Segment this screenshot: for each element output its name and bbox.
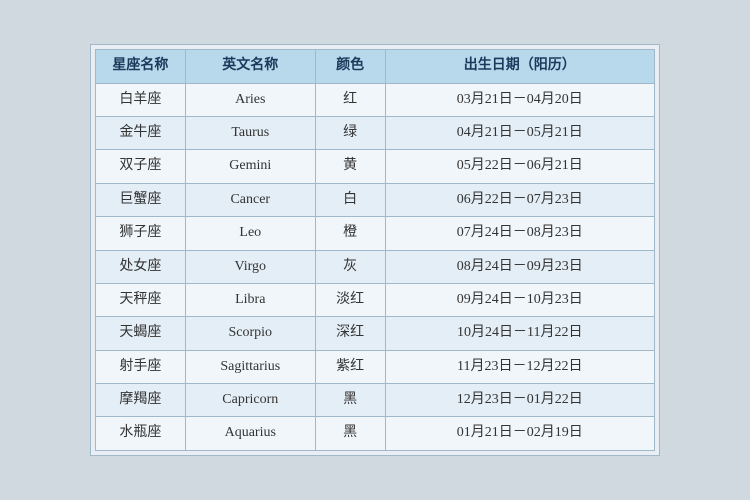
table-header-row: 星座名称 英文名称 颜色 出生日期（阳历）: [96, 50, 655, 83]
cell-en: Capricorn: [185, 384, 315, 417]
cell-date: 03月21日－04月20日: [385, 83, 654, 116]
cell-cn: 处女座: [96, 250, 186, 283]
table-row: 摩羯座Capricorn黑12月23日－01月22日: [96, 384, 655, 417]
cell-date: 05月22日－06月21日: [385, 150, 654, 183]
cell-en: Libra: [185, 283, 315, 316]
header-cn: 星座名称: [96, 50, 186, 83]
cell-color: 黄: [315, 150, 385, 183]
cell-en: Aries: [185, 83, 315, 116]
cell-color: 橙: [315, 217, 385, 250]
cell-date: 07月24日－08月23日: [385, 217, 654, 250]
zodiac-table-container: 星座名称 英文名称 颜色 出生日期（阳历） 白羊座Aries红03月21日－04…: [90, 44, 660, 456]
cell-cn: 金牛座: [96, 116, 186, 149]
cell-cn: 摩羯座: [96, 384, 186, 417]
cell-color: 灰: [315, 250, 385, 283]
table-row: 巨蟹座Cancer白06月22日－07月23日: [96, 183, 655, 216]
cell-cn: 狮子座: [96, 217, 186, 250]
header-date: 出生日期（阳历）: [385, 50, 654, 83]
cell-en: Virgo: [185, 250, 315, 283]
cell-date: 08月24日－09月23日: [385, 250, 654, 283]
cell-cn: 天秤座: [96, 283, 186, 316]
cell-date: 01月21日－02月19日: [385, 417, 654, 450]
cell-date: 04月21日－05月21日: [385, 116, 654, 149]
cell-color: 黑: [315, 417, 385, 450]
table-row: 双子座Gemini黄05月22日－06月21日: [96, 150, 655, 183]
table-row: 射手座Sagittarius紫红11月23日－12月22日: [96, 350, 655, 383]
cell-en: Gemini: [185, 150, 315, 183]
cell-date: 09月24日－10月23日: [385, 283, 654, 316]
cell-color: 绿: [315, 116, 385, 149]
cell-cn: 天蝎座: [96, 317, 186, 350]
zodiac-table: 星座名称 英文名称 颜色 出生日期（阳历） 白羊座Aries红03月21日－04…: [95, 49, 655, 451]
cell-date: 11月23日－12月22日: [385, 350, 654, 383]
cell-cn: 水瓶座: [96, 417, 186, 450]
cell-color: 白: [315, 183, 385, 216]
table-row: 天秤座Libra淡红09月24日－10月23日: [96, 283, 655, 316]
cell-cn: 双子座: [96, 150, 186, 183]
table-row: 天蝎座Scorpio深红10月24日－11月22日: [96, 317, 655, 350]
cell-color: 深红: [315, 317, 385, 350]
cell-cn: 巨蟹座: [96, 183, 186, 216]
cell-en: Leo: [185, 217, 315, 250]
cell-color: 紫红: [315, 350, 385, 383]
header-en: 英文名称: [185, 50, 315, 83]
cell-en: Aquarius: [185, 417, 315, 450]
cell-en: Cancer: [185, 183, 315, 216]
cell-en: Taurus: [185, 116, 315, 149]
header-color: 颜色: [315, 50, 385, 83]
cell-date: 06月22日－07月23日: [385, 183, 654, 216]
cell-date: 10月24日－11月22日: [385, 317, 654, 350]
table-row: 白羊座Aries红03月21日－04月20日: [96, 83, 655, 116]
cell-en: Sagittarius: [185, 350, 315, 383]
table-row: 水瓶座Aquarius黑01月21日－02月19日: [96, 417, 655, 450]
table-row: 处女座Virgo灰08月24日－09月23日: [96, 250, 655, 283]
table-row: 金牛座Taurus绿04月21日－05月21日: [96, 116, 655, 149]
cell-cn: 白羊座: [96, 83, 186, 116]
table-row: 狮子座Leo橙07月24日－08月23日: [96, 217, 655, 250]
cell-cn: 射手座: [96, 350, 186, 383]
cell-color: 黑: [315, 384, 385, 417]
cell-color: 淡红: [315, 283, 385, 316]
cell-color: 红: [315, 83, 385, 116]
cell-en: Scorpio: [185, 317, 315, 350]
cell-date: 12月23日－01月22日: [385, 384, 654, 417]
